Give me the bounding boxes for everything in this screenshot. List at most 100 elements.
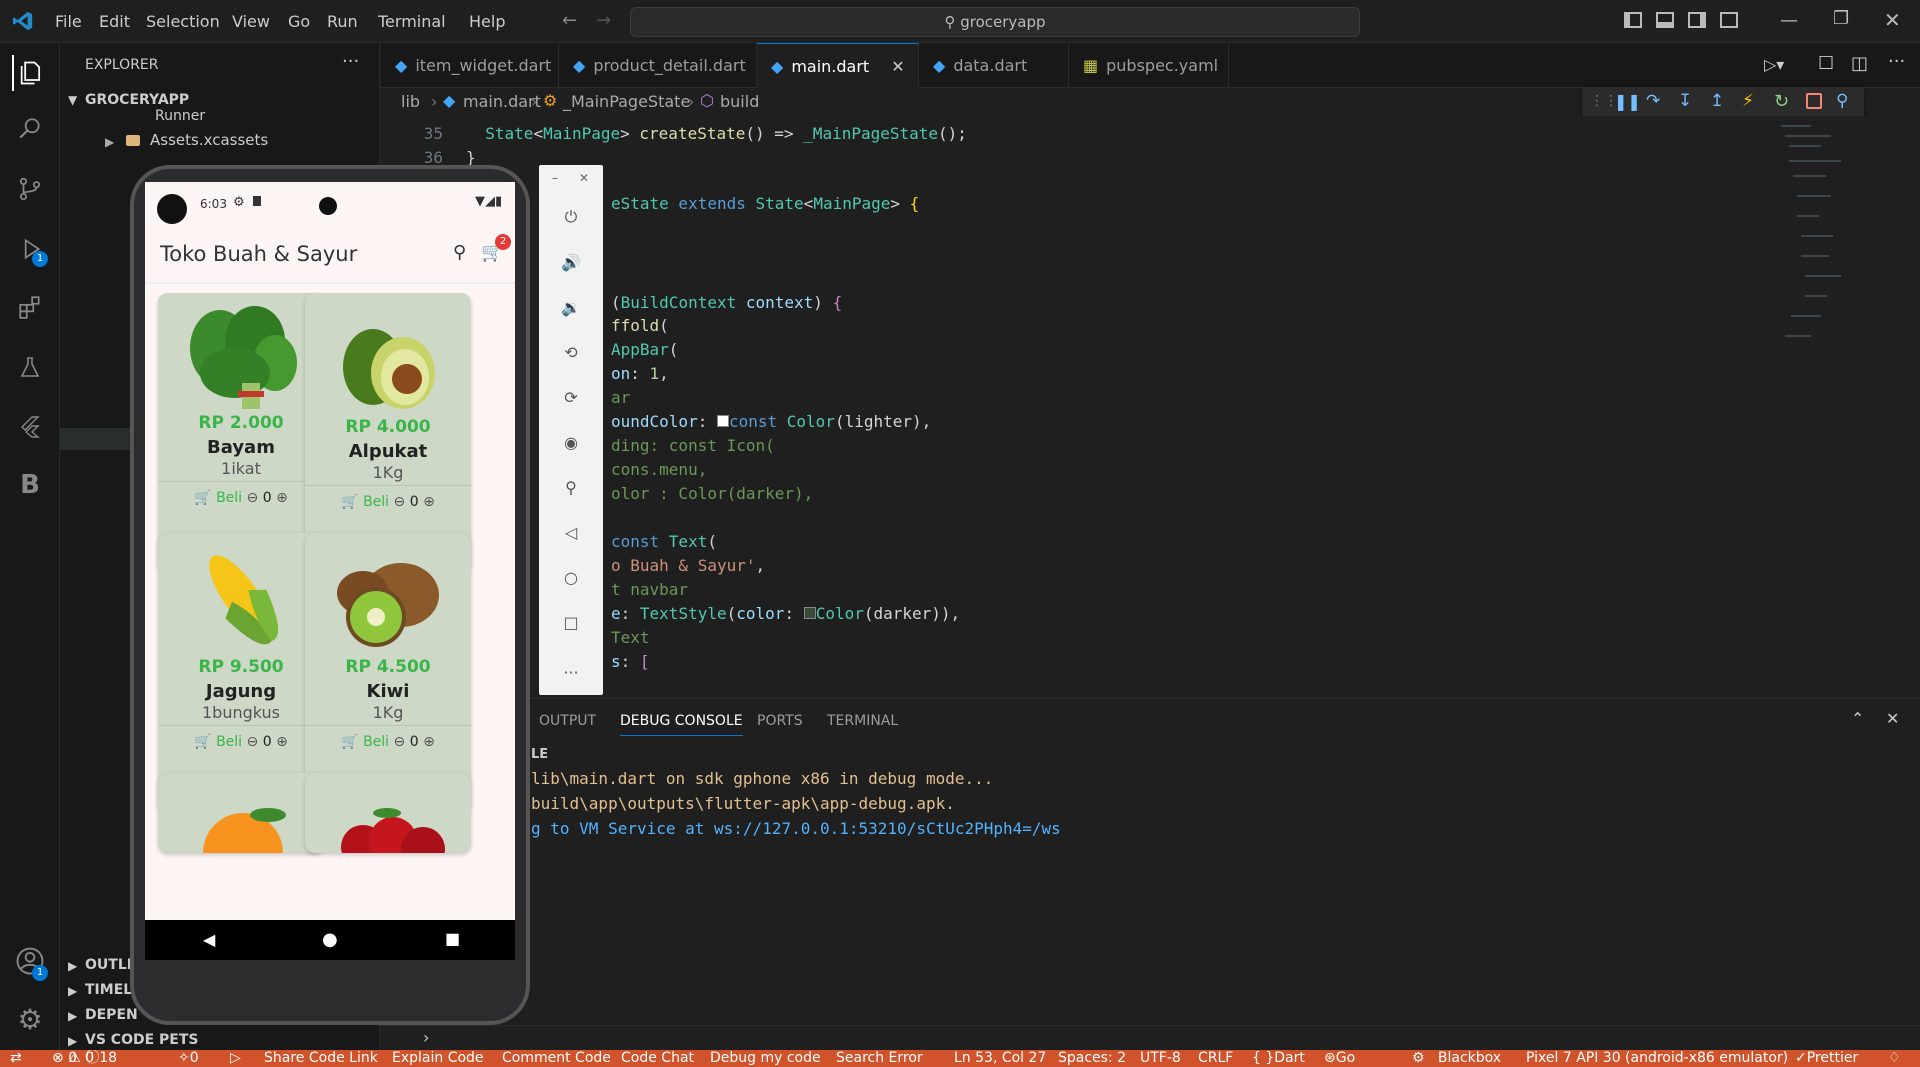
- language-mode[interactable]: { } Dart: [1252, 1050, 1305, 1067]
- pause-icon[interactable]: ❚❚: [1614, 92, 1641, 111]
- minus-icon[interactable]: ⊖: [394, 494, 406, 510]
- split-editor-icon[interactable]: ◫: [1851, 53, 1868, 74]
- close-window-icon[interactable]: ✕: [1884, 8, 1901, 32]
- buy-button[interactable]: Beli: [216, 734, 242, 750]
- forward-arrow-icon[interactable]: →: [596, 10, 611, 31]
- plus-icon[interactable]: ⊕: [423, 734, 435, 750]
- cursor-position[interactable]: Ln 53, Col 27: [954, 1050, 1046, 1067]
- minimize-icon[interactable]: –: [552, 171, 558, 185]
- buy-button[interactable]: Beli: [363, 494, 389, 510]
- restart-icon[interactable]: ↻: [1774, 91, 1789, 112]
- step-over-icon[interactable]: ↷: [1646, 91, 1660, 111]
- restore-icon[interactable]: ❐: [1833, 8, 1849, 29]
- run-debug-icon[interactable]: 1: [12, 231, 48, 267]
- flutter-icon[interactable]: [12, 409, 48, 445]
- menu-help[interactable]: Help: [469, 12, 505, 31]
- ports-indicator[interactable]: ✧ 0: [178, 1050, 199, 1067]
- extensions-icon[interactable]: [12, 289, 48, 325]
- remote-icon[interactable]: ⇄: [10, 1050, 22, 1067]
- back-arrow-icon[interactable]: ←: [562, 10, 577, 31]
- add-cart-icon[interactable]: 🛒: [341, 734, 358, 750]
- buy-button[interactable]: Beli: [216, 490, 242, 506]
- tab-terminal[interactable]: TERMINAL: [827, 713, 898, 729]
- vscode-pets-section[interactable]: VS CODE PETS: [85, 1032, 198, 1048]
- open-devtools-icon[interactable]: ☐: [1818, 53, 1834, 74]
- add-cart-icon[interactable]: 🛒: [341, 494, 358, 510]
- status-search-error[interactable]: Search Error: [836, 1050, 923, 1067]
- plus-icon[interactable]: ⊕: [276, 734, 288, 750]
- status-share-code-link[interactable]: Share Code Link: [264, 1050, 378, 1067]
- tab-debug-console[interactable]: DEBUG CONSOLE: [620, 713, 743, 736]
- tab-data[interactable]: ◆ data.dart: [919, 43, 1069, 88]
- menu-selection[interactable]: Selection: [146, 12, 220, 31]
- product-card[interactable]: RP 4.000 Alpukat 1Kg 🛒 Beli ⊖ 0 ⊕: [305, 293, 471, 573]
- zoom-icon[interactable]: ⚲: [559, 475, 583, 499]
- breadcrumb-method[interactable]: build: [720, 92, 759, 111]
- overview-nav-icon[interactable]: □: [559, 610, 583, 634]
- product-card[interactable]: RP 4.500 Kiwi 1Kg 🛒 Beli ⊖ 0 ⊕: [305, 533, 471, 813]
- minimap[interactable]: [1771, 116, 1861, 356]
- dependencies-section[interactable]: DEPEN: [85, 1007, 138, 1023]
- more-actions-icon[interactable]: ···: [342, 51, 359, 72]
- menu-file[interactable]: File: [55, 12, 82, 31]
- more-actions-icon[interactable]: ···: [1888, 51, 1905, 72]
- overview-nav-icon[interactable]: ■: [445, 929, 460, 948]
- tab-ports[interactable]: PORTS: [757, 713, 803, 729]
- breadcrumb-file[interactable]: main.dart: [463, 92, 541, 111]
- line-ending[interactable]: CRLF: [1198, 1050, 1233, 1067]
- command-search[interactable]: ⚲ groceryapp: [630, 7, 1360, 37]
- prettier-status[interactable]: ✓ Prettier: [1795, 1050, 1858, 1067]
- camera-icon[interactable]: ◉: [559, 430, 583, 454]
- step-out-icon[interactable]: ↥: [1710, 91, 1724, 111]
- menu-view[interactable]: View: [232, 12, 270, 31]
- indentation[interactable]: Spaces: 2: [1058, 1050, 1126, 1067]
- timeline-section[interactable]: TIMEL: [85, 982, 132, 998]
- toggle-sidebar-icon[interactable]: [1624, 12, 1642, 28]
- account-icon[interactable]: 1: [12, 943, 48, 981]
- search-view-icon[interactable]: [12, 111, 48, 147]
- breadcrumb-folder[interactable]: lib: [401, 92, 420, 111]
- breadcrumb-class[interactable]: _MainPageState: [563, 92, 690, 111]
- source-control-icon[interactable]: [12, 171, 48, 207]
- tab-item-widget[interactable]: ◆ item_widget.dart: [381, 43, 559, 88]
- plus-icon[interactable]: ⊕: [276, 490, 288, 506]
- explorer-icon[interactable]: [12, 55, 48, 91]
- tab-output[interactable]: OUTPUT: [539, 713, 596, 729]
- product-card[interactable]: RP 2.000 Bayam 1ikat 🛒 Beli ⊖ 0 ⊕: [158, 293, 324, 573]
- status-debug-my-code[interactable]: Debug my code: [710, 1050, 821, 1067]
- home-nav-icon[interactable]: ○: [559, 565, 583, 589]
- status-code-chat[interactable]: Code Chat: [621, 1050, 694, 1067]
- outline-section[interactable]: OUTLI: [85, 957, 132, 973]
- step-into-icon[interactable]: ↧: [1678, 91, 1692, 111]
- close-tab-icon[interactable]: ✕: [891, 57, 904, 76]
- power-icon[interactable]: ⏻: [559, 205, 583, 229]
- add-cart-icon[interactable]: 🛒: [194, 734, 211, 750]
- runner-folder[interactable]: Runner: [155, 108, 205, 124]
- buy-button[interactable]: Beli: [363, 734, 389, 750]
- project-folder[interactable]: GROCERYAPP: [85, 92, 189, 108]
- stop-icon[interactable]: [1806, 93, 1822, 109]
- back-nav-icon[interactable]: ◀: [203, 930, 215, 949]
- volume-down-icon[interactable]: 🔉: [559, 295, 583, 319]
- menu-edit[interactable]: Edit: [99, 12, 130, 31]
- hot-reload-icon[interactable]: ⚡: [1742, 91, 1754, 111]
- product-card[interactable]: [158, 773, 324, 853]
- chevron-right-icon[interactable]: ▶: [68, 984, 77, 998]
- minus-icon[interactable]: ⊖: [394, 734, 406, 750]
- close-icon[interactable]: ✕: [579, 171, 589, 185]
- menu-run[interactable]: Run: [327, 12, 358, 31]
- go-live-button[interactable]: ⊛ Go Live: [1324, 1050, 1355, 1067]
- minimize-icon[interactable]: —: [1780, 10, 1798, 31]
- more-icon[interactable]: ···: [559, 660, 583, 684]
- toggle-panel-icon[interactable]: [1656, 12, 1674, 28]
- rotate-left-icon[interactable]: ⟲: [559, 340, 583, 364]
- run-debug-dropdown-icon[interactable]: ▷▾: [1764, 55, 1784, 74]
- menu-go[interactable]: Go: [288, 12, 310, 31]
- chevron-right-icon[interactable]: ▶: [105, 135, 114, 149]
- product-card[interactable]: RP 9.500 Jagung 1bungkus 🛒 Beli ⊖ 0 ⊕: [158, 533, 324, 813]
- back-nav-icon[interactable]: ◁: [559, 520, 583, 544]
- tab-main[interactable]: ◆ main.dart ✕: [757, 43, 919, 88]
- settings-gear-icon[interactable]: ⚙: [12, 1001, 48, 1037]
- console-input[interactable]: ›: [381, 1025, 1920, 1051]
- testing-flask-icon[interactable]: [12, 349, 48, 385]
